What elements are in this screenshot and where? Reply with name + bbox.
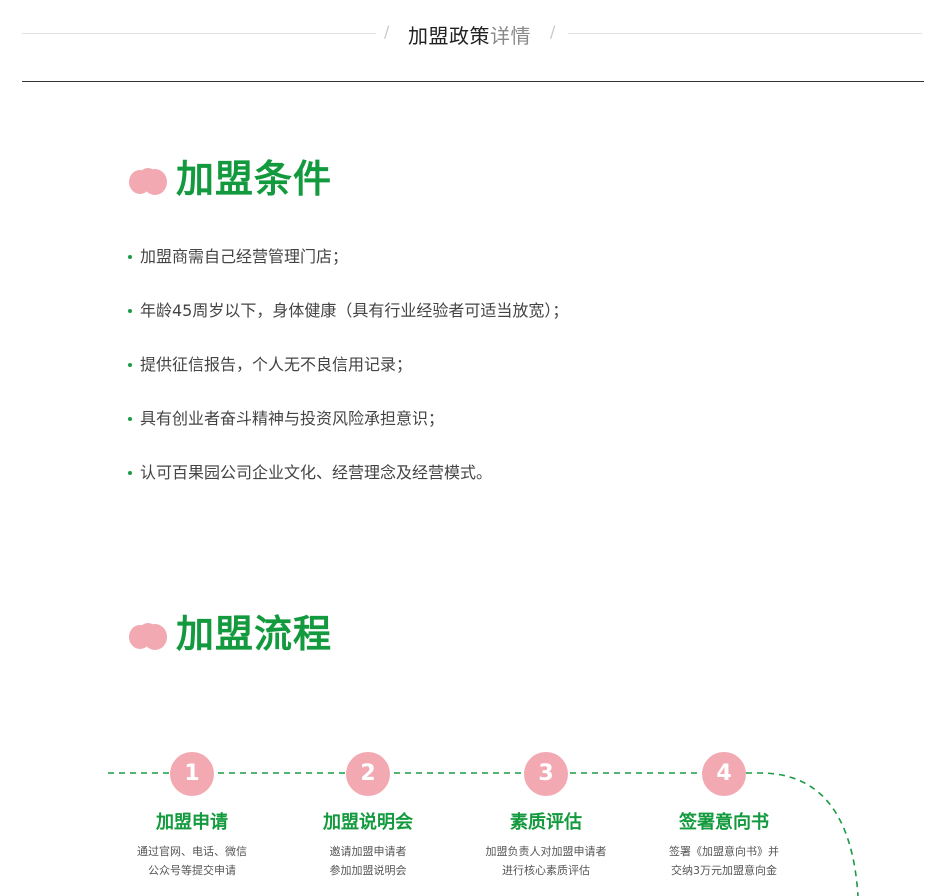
step-desc-line: 邀请加盟申请者 [329,845,407,858]
step-desc-line: 公众号等提交申请 [148,864,236,877]
bullet-dot-icon [128,470,132,475]
condition-text: 具有创业者奋斗精神与投资风险承担意识； [140,409,445,428]
step-description: 加盟负责人对加盟申请者 进行核心素质评估 [461,842,631,880]
condition-text: 加盟商需自己经营管理门店； [140,247,349,266]
step-number-badge: 3 [524,752,568,796]
header-slash-left: / [384,22,390,41]
bullet-dot-icon [128,362,132,367]
list-item: 提供征信报告，个人无不良信用记录； [128,348,568,402]
page-title-tail: 详情 [490,24,531,48]
process-step-2: 2 加盟说明会 邀请加盟申请者 参加加盟说明会 [283,752,453,880]
step-number-badge: 4 [702,752,746,796]
condition-text: 提供征信报告，个人无不良信用记录； [140,355,413,374]
step-title: 加盟申请 [156,812,228,833]
list-item: 年龄45周岁以下，身体健康（具有行业经验者可适当放宽）； [128,294,568,348]
page-title: 加盟政策详情 [408,20,531,49]
page-title-main: 加盟政策 [408,24,490,48]
condition-text: 认可百果园公司企业文化、经营理念及经营模式。 [140,463,493,482]
list-item: 具有创业者奋斗精神与投资风险承担意识； [128,402,568,456]
bullet-dot-icon [128,254,132,259]
list-item: 认可百果园公司企业文化、经营理念及经营模式。 [128,456,568,510]
step-desc-line: 交纳3万元加盟意向金 [671,864,777,877]
step-desc-line: 签署《加盟意向书》并 [669,845,779,858]
step-desc-line: 进行核心素质评估 [502,864,590,877]
process-step-3: 3 素质评估 加盟负责人对加盟申请者 进行核心素质评估 [461,752,631,880]
bullet-dot-icon [128,416,132,421]
step-description: 签署《加盟意向书》并 交纳3万元加盟意向金 [639,842,809,880]
page-header: / 加盟政策详情 / [22,14,922,52]
step-number-badge: 2 [346,752,390,796]
process-step-4: 4 签署意向书 签署《加盟意向书》并 交纳3万元加盟意向金 [639,752,809,880]
conditions-title: 加盟条件 [176,157,333,201]
step-title: 签署意向书 [679,812,769,833]
conditions-list: 加盟商需自己经营管理门店； 年龄45周岁以下，身体健康（具有行业经验者可适当放宽… [128,240,568,510]
bullet-dot-icon [128,308,132,313]
step-description: 邀请加盟申请者 参加加盟说明会 [283,842,453,880]
step-description: 通过官网、电话、微信 公众号等提交申请 [107,842,277,880]
header-divider-right [568,33,922,34]
list-item: 加盟商需自己经营管理门店； [128,240,568,294]
step-title: 素质评估 [510,812,582,833]
process-title: 加盟流程 [176,612,333,656]
condition-text: 年龄45周岁以下，身体健康（具有行业经验者可适当放宽）； [140,301,569,320]
process-flow: 1 加盟申请 通过官网、电话、微信 公众号等提交申请 2 加盟说明会 邀请加盟申… [0,740,943,896]
header-divider-left [22,33,376,34]
pink-blob-icon [129,168,167,195]
header-slash-right: / [550,22,556,41]
pink-blob-icon [129,623,167,650]
process-step-1: 1 加盟申请 通过官网、电话、微信 公众号等提交申请 [107,752,277,880]
step-desc-line: 通过官网、电话、微信 [137,845,247,858]
step-number-badge: 1 [170,752,214,796]
step-desc-line: 加盟负责人对加盟申请者 [485,845,607,858]
step-title: 加盟说明会 [323,812,413,833]
step-desc-line: 参加加盟说明会 [329,864,407,877]
header-rule [22,81,924,82]
